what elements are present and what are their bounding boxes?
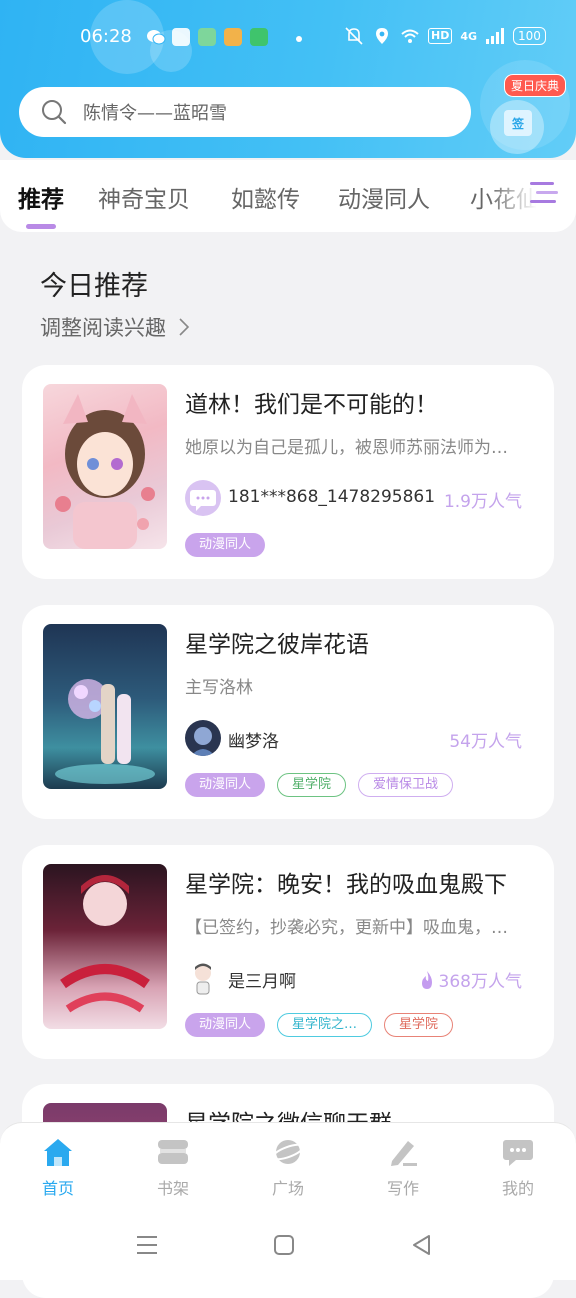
status-time: 06:28 (80, 26, 132, 47)
location-icon (376, 28, 388, 44)
book-description: 【已签约，抄袭必究，更新中】吸血鬼，… (185, 918, 508, 938)
tag-list: 动漫同人 (185, 533, 266, 557)
author-avatar (185, 960, 221, 996)
search-input[interactable]: 陈情令——蓝昭雪 (19, 87, 471, 137)
green-app-icon (250, 28, 268, 46)
wechat-icon (146, 28, 166, 46)
book-card[interactable]: 星学院之彼岸花语 主写洛林 幽梦洛 54万人气 动漫同人 星学院 爱情保卫战 (22, 605, 554, 819)
tag-list: 动漫同人 星学院 爱情保卫战 (185, 773, 454, 797)
app-header: 06:28 HD 4G 100 陈情令——蓝昭雪 签 夏日庆典 (0, 0, 576, 158)
nav-label: 首页 (41, 1179, 74, 1198)
home-square-icon[interactable] (273, 1234, 295, 1256)
book-cover (43, 384, 167, 549)
back-triangle-icon[interactable] (410, 1233, 432, 1257)
daily-sign-in-button[interactable]: 签 夏日庆典 (490, 72, 570, 156)
tag[interactable]: 星学院 (384, 1013, 454, 1037)
tag[interactable]: 动漫同人 (185, 533, 266, 557)
notification-icons (146, 28, 268, 46)
nav-bookshelf[interactable]: 书架 (133, 1137, 213, 1199)
wifi-icon (401, 29, 419, 43)
network-type: 4G (460, 29, 478, 43)
popularity-count: 368万人气 (419, 967, 522, 992)
book-card[interactable]: 星学院：晚安！我的吸血鬼殿下 【已签约，抄袭必究，更新中】吸血鬼，… 是三月啊 … (22, 845, 554, 1059)
author-name: 是三月啊 (228, 972, 296, 992)
baidu-icon (172, 28, 190, 46)
tab-menu-icon[interactable] (528, 180, 558, 206)
more-notifications-dot (296, 36, 302, 42)
home-icon (44, 1139, 72, 1166)
bookshelf-icon (158, 1140, 188, 1164)
tab-anime-fanfic[interactable]: 动漫同人 (338, 180, 430, 214)
author-avatar (185, 480, 221, 516)
book-title: 道林！我们是不可能的！ (185, 392, 438, 418)
nav-label: 广场 (271, 1179, 304, 1198)
signal-icon (486, 28, 505, 44)
popularity-count: 1.9万人气 (444, 487, 522, 512)
system-status: HD 4G 100 (344, 26, 546, 46)
antenna-app-icon (224, 28, 242, 46)
nav-label: 写作 (386, 1179, 419, 1198)
author-name: 181***868_1478295861 (228, 487, 436, 507)
mute-icon (345, 27, 363, 45)
book-description: 她原以为自己是孤儿，被恩师苏丽法师为… (185, 438, 508, 458)
pen-icon (391, 1141, 417, 1166)
summer-event-badge: 夏日庆典 (504, 74, 567, 97)
search-placeholder: 陈情令——蓝昭雪 (83, 103, 227, 124)
system-navigation-bar (0, 1210, 576, 1280)
tab-recommend[interactable]: 推荐 (18, 180, 64, 214)
popularity-text: 54万人气 (449, 732, 522, 752)
chevron-right-icon (179, 318, 189, 336)
nav-plaza[interactable]: 广场 (248, 1137, 328, 1199)
category-tabs: 推荐 神奇宝贝 如懿传 动漫同人 小花仙 (0, 160, 576, 232)
adjust-interest-link[interactable]: 调整阅读兴趣 (40, 312, 191, 342)
flame-icon (421, 970, 432, 989)
book-cover (43, 624, 167, 789)
tab-pokemon[interactable]: 神奇宝贝 (98, 180, 190, 214)
gift-icon: 签 (504, 110, 532, 136)
tag[interactable]: 动漫同人 (185, 1013, 266, 1037)
chat-bubble-icon (503, 1140, 533, 1166)
tag[interactable]: 星学院 (277, 773, 347, 797)
popularity-text: 1.9万人气 (443, 492, 522, 512)
tag[interactable]: 爱情保卫战 (358, 773, 454, 797)
menu-icon[interactable] (135, 1234, 159, 1256)
active-tab-indicator (26, 224, 56, 229)
book-cover (43, 864, 167, 1029)
tag[interactable]: 动漫同人 (185, 773, 266, 797)
nav-label: 我的 (501, 1179, 534, 1198)
tag[interactable]: 星学院之… (277, 1013, 373, 1037)
adjust-interest-label: 调整阅读兴趣 (40, 316, 166, 340)
book-title: 星学院之彼岸花语 (185, 632, 369, 658)
popularity-text: 368万人气 (438, 972, 522, 992)
planet-icon (271, 1140, 305, 1164)
reader-app-icon (198, 28, 216, 46)
popularity-count: 54万人气 (449, 727, 522, 752)
bottom-navigation: 首页 书架 广场 写作 我的 (0, 1122, 576, 1211)
nav-home[interactable]: 首页 (18, 1137, 98, 1199)
book-card[interactable]: 道林！我们是不可能的！ 她原以为自己是孤儿，被恩师苏丽法师为… 181***86… (22, 365, 554, 579)
nav-label: 书架 (156, 1179, 189, 1198)
author-name: 幽梦洛 (228, 732, 279, 752)
nav-write[interactable]: 写作 (363, 1137, 443, 1199)
tab-ruyi[interactable]: 如懿传 (231, 180, 300, 214)
battery-level: 100 (513, 27, 546, 45)
nav-profile[interactable]: 我的 (478, 1137, 558, 1199)
search-icon (42, 100, 67, 125)
book-description: 主写洛林 (185, 678, 253, 698)
section-title: 今日推荐 (40, 271, 148, 302)
book-title: 星学院：晚安！我的吸血鬼殿下 (185, 872, 507, 898)
hd-voice-badge: HD (428, 28, 453, 44)
author-avatar (185, 720, 221, 756)
tag-list: 动漫同人 星学院之… 星学院 (185, 1013, 454, 1037)
